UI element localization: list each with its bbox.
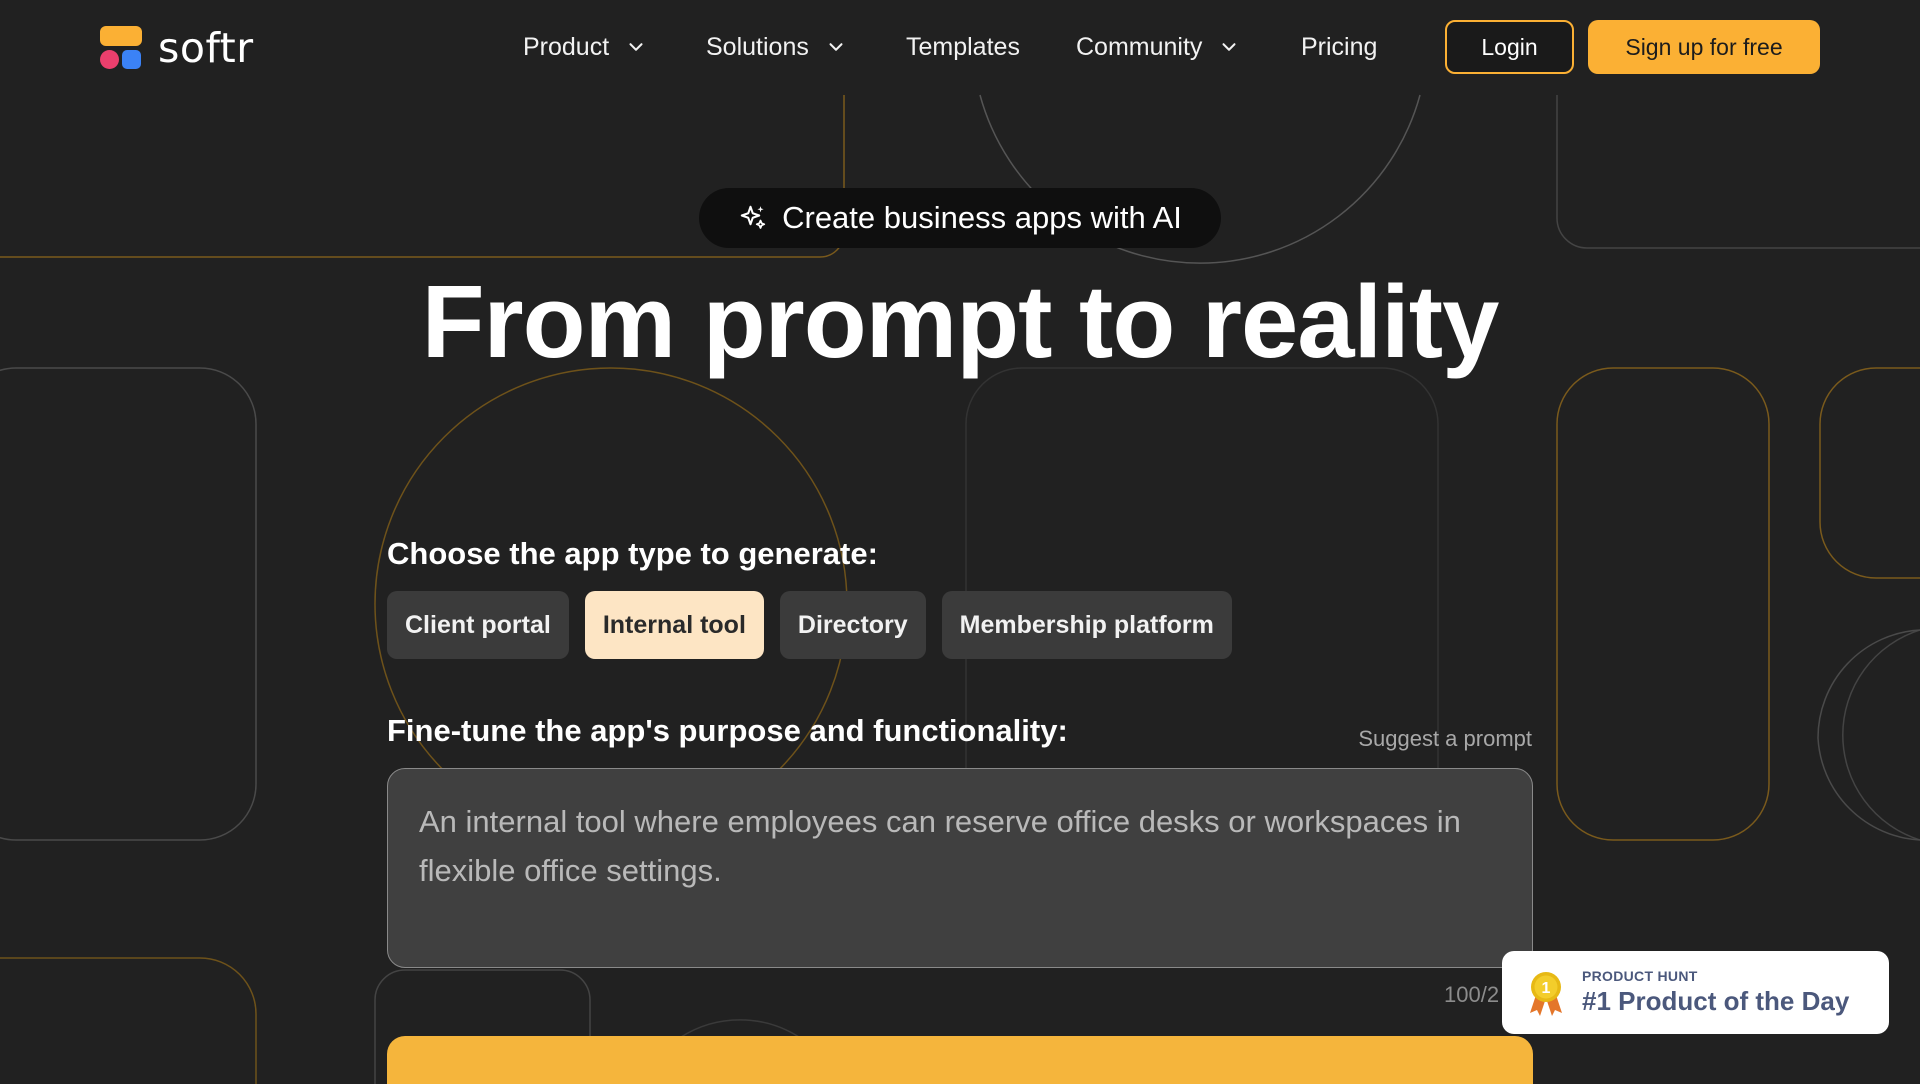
nav-item-pricing[interactable]: Pricing — [1301, 30, 1377, 64]
chevron-down-icon — [629, 43, 643, 51]
chevron-down-icon — [829, 43, 843, 51]
nav-item-label: Community — [1076, 32, 1203, 61]
generate-button[interactable] — [387, 1036, 1533, 1084]
app-type-label: Choose the app type to generate: — [387, 536, 878, 571]
chevron-down-icon — [1222, 43, 1236, 51]
app-type-directory[interactable]: Directory — [779, 591, 926, 659]
app-type-membership-platform[interactable]: Membership platform — [941, 591, 1232, 659]
app-type-selector: Client portal Internal tool Directory Me… — [387, 591, 1232, 659]
nav-item-label: Pricing — [1301, 32, 1378, 61]
app-type-internal-tool[interactable]: Internal tool — [584, 591, 764, 659]
nav-item-product[interactable]: Product — [523, 30, 647, 64]
page-title: From prompt to reality — [421, 264, 1500, 379]
medal-icon: 1 — [1530, 971, 1562, 1016]
signup-button[interactable]: Sign up for free — [1588, 20, 1820, 74]
login-button[interactable]: Login — [1445, 20, 1574, 74]
pill-text: Create business apps with AI — [782, 200, 1182, 235]
ai-tagline-pill: Create business apps with AI — [699, 188, 1221, 248]
nav-item-label: Product — [523, 32, 610, 61]
badge-title: #1 Product of the Day — [1582, 986, 1850, 1016]
sparkle-icon — [740, 205, 766, 229]
nav-item-community[interactable]: Community — [1076, 30, 1240, 64]
nav-item-label: Solutions — [706, 32, 809, 61]
product-hunt-badge[interactable]: 1 PRODUCT HUNT #1 Product of the Day — [1502, 951, 1889, 1034]
badge-text: PRODUCT HUNT #1 Product of the Day — [1582, 968, 1849, 1017]
character-counter: 100/2 — [1444, 982, 1500, 1007]
nav-item-label: Templates — [906, 32, 1020, 61]
medal-number: 1 — [1542, 980, 1551, 997]
nav-item-solutions[interactable]: Solutions — [706, 30, 847, 64]
prompt-textarea[interactable]: An internal tool where employees can res… — [387, 768, 1533, 968]
badge-source: PRODUCT HUNT — [1582, 968, 1698, 984]
app-type-client-portal[interactable]: Client portal — [387, 591, 569, 659]
finetune-label: Fine-tune the app's purpose and function… — [387, 713, 1068, 748]
suggest-prompt-link[interactable]: Suggest a prompt — [1358, 726, 1532, 752]
nav-item-templates[interactable]: Templates — [906, 30, 1020, 64]
top-navigation: softr Product Solutions Templates Commun… — [0, 0, 1920, 94]
